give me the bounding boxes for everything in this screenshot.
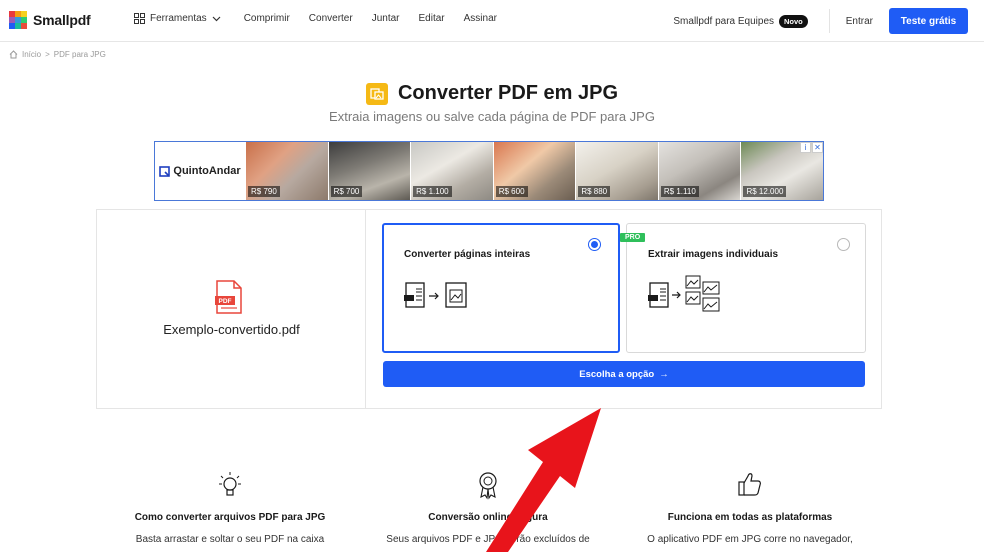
grid-icon bbox=[134, 13, 145, 24]
ad-listing[interactable]: R$ 1.100 bbox=[410, 142, 493, 200]
ad-listing[interactable]: R$ 700 bbox=[327, 142, 411, 200]
radio-selected-icon[interactable] bbox=[588, 238, 601, 251]
feature-text: O aplicativo PDF em JPG corre no navegad… bbox=[647, 534, 853, 545]
main-nav: Ferramentas Comprimir Converter Juntar E… bbox=[134, 13, 516, 24]
radio-unselected-icon[interactable] bbox=[837, 238, 850, 251]
feature-title: Funciona em todas as plataformas bbox=[667, 512, 833, 523]
choose-option-label: Escolha a opção bbox=[579, 368, 655, 380]
teams-link[interactable]: Smallpdf para Equipes Novo bbox=[673, 14, 808, 28]
choose-option-button[interactable]: Escolha a opção → bbox=[383, 361, 865, 387]
ad-listing[interactable]: R$ 880 bbox=[575, 142, 658, 200]
arrow-right-icon: → bbox=[659, 368, 669, 380]
file-preview: PDF Exemplo-convertido.pdf bbox=[97, 210, 366, 408]
ad-price: R$ 790 bbox=[248, 186, 280, 197]
chevron-down-icon bbox=[212, 16, 221, 21]
feature-security: Conversão online segura Seus arquivos PD… bbox=[358, 470, 618, 545]
feature-platforms: Funciona em todas as plataformas O aplic… bbox=[620, 470, 880, 545]
converter-panel: PDF Exemplo-convertido.pdf Converter pág… bbox=[96, 209, 882, 409]
ad-price: R$ 700 bbox=[330, 186, 363, 197]
pdf-to-jpg-tool-icon bbox=[365, 82, 388, 105]
tools-menu[interactable]: Ferramentas bbox=[134, 13, 221, 24]
smallpdf-logo[interactable]: Smallpdf bbox=[9, 11, 91, 29]
home-icon bbox=[9, 50, 18, 59]
ad-brand-name: QuintoAndar bbox=[173, 165, 241, 177]
page-title: Converter PDF em JPG bbox=[397, 82, 619, 104]
login-link[interactable]: Entrar bbox=[846, 16, 873, 27]
breadcrumb: Início > PDF para JPG bbox=[9, 50, 106, 59]
option-extract-images[interactable]: PRO Extrair imagens individuais bbox=[620, 223, 866, 353]
nav-merge-link[interactable]: Juntar bbox=[372, 13, 400, 24]
ad-price: R$ 600 bbox=[495, 186, 528, 197]
new-badge: Novo bbox=[779, 14, 808, 28]
ad-banner[interactable]: QuintoAndar R$ 790 R$ 700 R$ 1.100 R$ 60… bbox=[154, 141, 824, 201]
ad-listing[interactable]: R$ 600 bbox=[492, 142, 576, 200]
award-badge-icon bbox=[479, 472, 497, 500]
quintoandar-logo-icon bbox=[159, 165, 171, 177]
feature-text: Basta arrastar e soltar o seu PDF na cai… bbox=[135, 534, 325, 545]
nav-sign-link[interactable]: Assinar bbox=[464, 13, 497, 24]
ad-price: R$ 880 bbox=[578, 186, 611, 197]
pdf-icon-label: PDF bbox=[219, 298, 232, 305]
lightbulb-icon bbox=[219, 472, 241, 496]
feature-title: Conversão online segura bbox=[428, 512, 548, 523]
feature-how-to: Como converter arquivos PDF para JPG Bas… bbox=[100, 470, 360, 545]
ad-listing[interactable]: R$ 1.110 bbox=[657, 142, 741, 200]
ad-price: R$ 12.000 bbox=[743, 186, 787, 197]
ad-brand: QuintoAndar bbox=[155, 142, 245, 200]
pdf-to-page-illustration-icon bbox=[404, 282, 467, 308]
nav-edit-link[interactable]: Editar bbox=[419, 13, 445, 24]
extract-images-illustration-icon bbox=[648, 275, 720, 312]
file-name: Exemplo-convertido.pdf bbox=[163, 322, 300, 337]
account-nav: Smallpdf para Equipes Novo Entrar Teste … bbox=[673, 0, 984, 42]
nav-compress-link[interactable]: Comprimir bbox=[244, 13, 290, 24]
ad-listing[interactable]: R$ 790 bbox=[245, 142, 328, 200]
tools-menu-label: Ferramentas bbox=[150, 13, 207, 24]
pro-badge: PRO bbox=[620, 233, 646, 242]
ad-info-icon[interactable]: i bbox=[800, 142, 811, 153]
nav-convert-link[interactable]: Converter bbox=[309, 13, 353, 24]
breadcrumb-home[interactable]: Início bbox=[22, 50, 41, 59]
feature-title: Como converter arquivos PDF para JPG bbox=[134, 512, 326, 523]
divider bbox=[828, 9, 830, 33]
ad-close-icon[interactable]: ✕ bbox=[812, 142, 823, 153]
ad-price: R$ 1.110 bbox=[660, 186, 699, 197]
breadcrumb-separator: > bbox=[45, 50, 50, 59]
logo-text: Smallpdf bbox=[33, 12, 91, 28]
page-heading: Converter PDF em JPG bbox=[0, 82, 984, 105]
page-subtitle: Extraia imagens ou salve cada página de … bbox=[329, 109, 655, 124]
free-trial-button[interactable]: Teste grátis bbox=[889, 8, 968, 34]
option-full-pages[interactable]: Converter páginas inteiras bbox=[382, 223, 620, 353]
teams-label: Smallpdf para Equipes bbox=[673, 15, 775, 27]
ad-controls: i ✕ bbox=[800, 142, 823, 153]
smallpdf-logo-icon bbox=[9, 11, 27, 29]
ad-price: R$ 1.100 bbox=[413, 186, 452, 197]
pdf-file-icon: PDF bbox=[215, 280, 242, 314]
option-extract-images-label: Extrair imagens individuais bbox=[648, 249, 779, 260]
feature-text: Seus arquivos PDF e JPG serão excluídos … bbox=[386, 534, 590, 545]
thumbs-up-icon bbox=[738, 473, 761, 496]
breadcrumb-current: PDF para JPG bbox=[53, 50, 106, 59]
top-navbar: Smallpdf Ferramentas Comprimir Converter… bbox=[0, 0, 984, 42]
option-full-pages-label: Converter páginas inteiras bbox=[404, 249, 531, 260]
